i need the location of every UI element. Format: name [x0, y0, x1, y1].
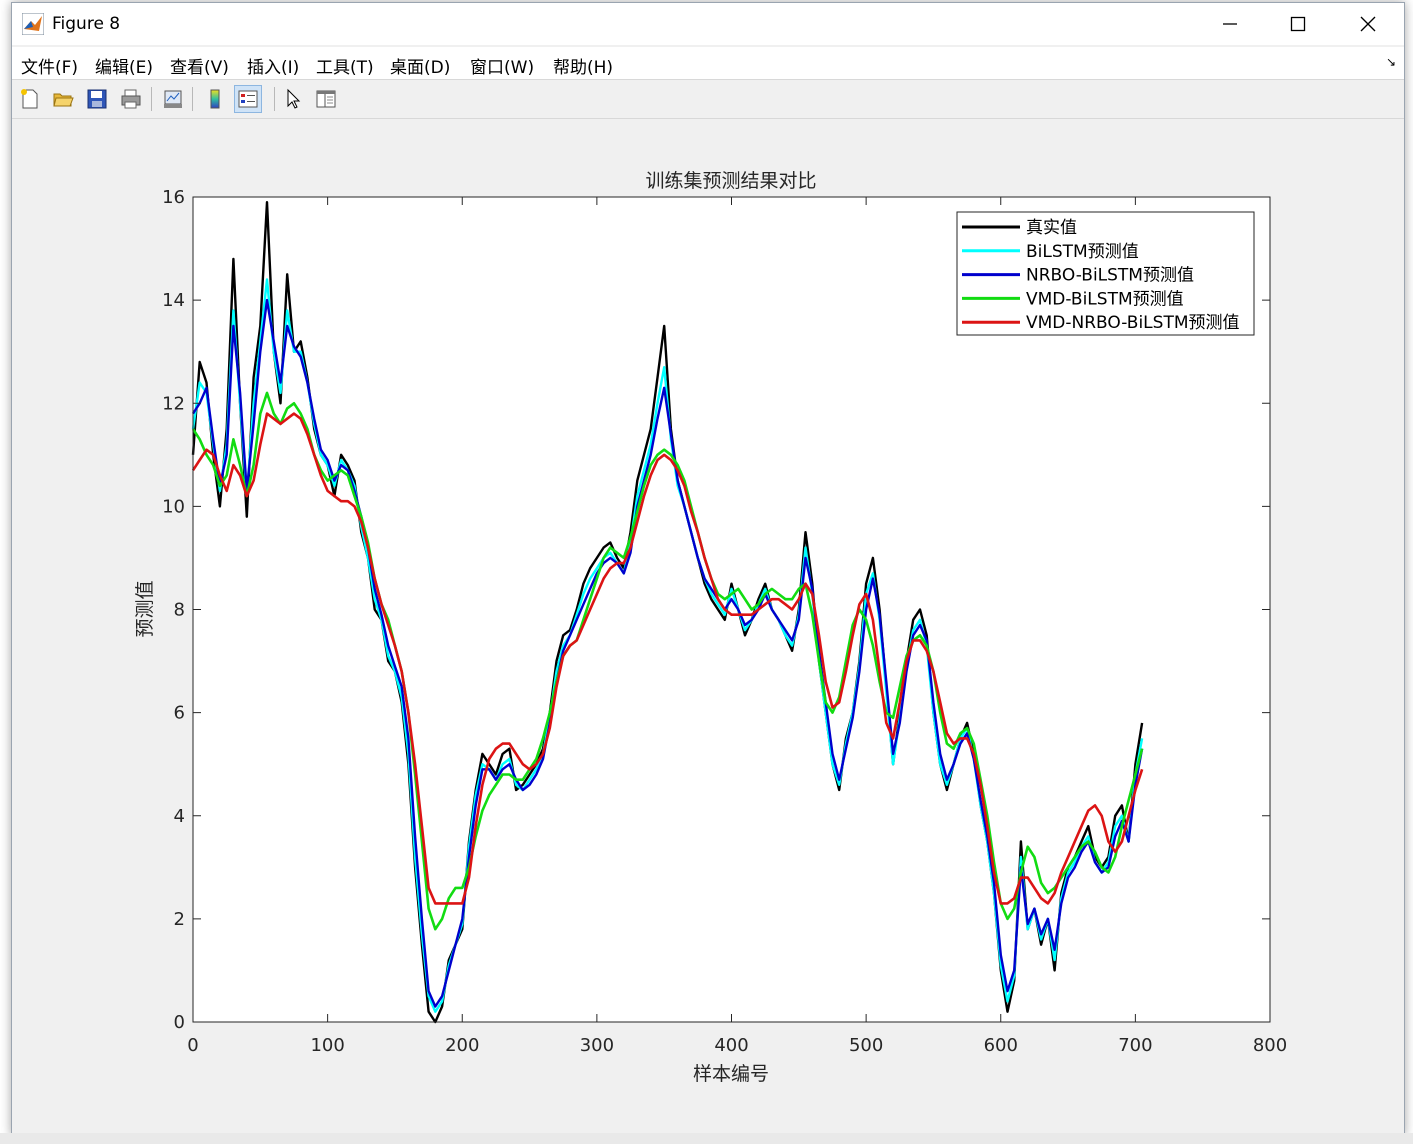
- legend-label: VMD-BiLSTM预测值: [1026, 289, 1184, 309]
- x-tick-label: 600: [984, 1035, 1018, 1056]
- y-tick-label: 16: [162, 187, 185, 208]
- x-tick-label: 500: [849, 1035, 883, 1056]
- y-axis-label: 预测值: [134, 580, 156, 637]
- x-tick-label: 400: [714, 1035, 748, 1056]
- x-tick-label: 100: [310, 1035, 344, 1056]
- x-tick-label: 800: [1253, 1035, 1287, 1056]
- y-tick-label: 12: [162, 393, 185, 414]
- y-tick-label: 4: [174, 806, 185, 827]
- taskbar-strip: [0, 1133, 1413, 1144]
- y-tick-label: 0: [174, 1012, 185, 1033]
- y-tick-label: 10: [162, 496, 185, 517]
- x-tick-label: 200: [445, 1035, 479, 1056]
- training-set-comparison-chart: 0 100 200 300 400 500 600 700 800 0 2 4 6 8 10 12 14 16 训…: [134, 170, 1287, 1085]
- legend-label: 真实值: [1026, 218, 1077, 238]
- legend-label: BiLSTM预测值: [1026, 242, 1139, 262]
- y-tick-label: 14: [162, 290, 185, 311]
- legend-label: VMD-NRBO-BiLSTM预测值: [1026, 313, 1240, 333]
- x-axis-label: 样本编号: [693, 1063, 769, 1085]
- x-tick-label: 300: [580, 1035, 614, 1056]
- x-tick-label: 700: [1118, 1035, 1152, 1056]
- y-tick-label: 2: [174, 909, 185, 930]
- legend-label: NRBO-BiLSTM预测值: [1026, 266, 1194, 286]
- chart-title: 训练集预测结果对比: [645, 170, 816, 192]
- y-tick-label: 6: [174, 703, 185, 724]
- x-tick-label: 0: [187, 1035, 198, 1056]
- legend[interactable]: 真实值 BiLSTM预测值 NRBO-BiLSTM预测值 VMD-BiLSTM预测值 V…: [956, 211, 1255, 336]
- y-tick-label: 8: [174, 600, 185, 621]
